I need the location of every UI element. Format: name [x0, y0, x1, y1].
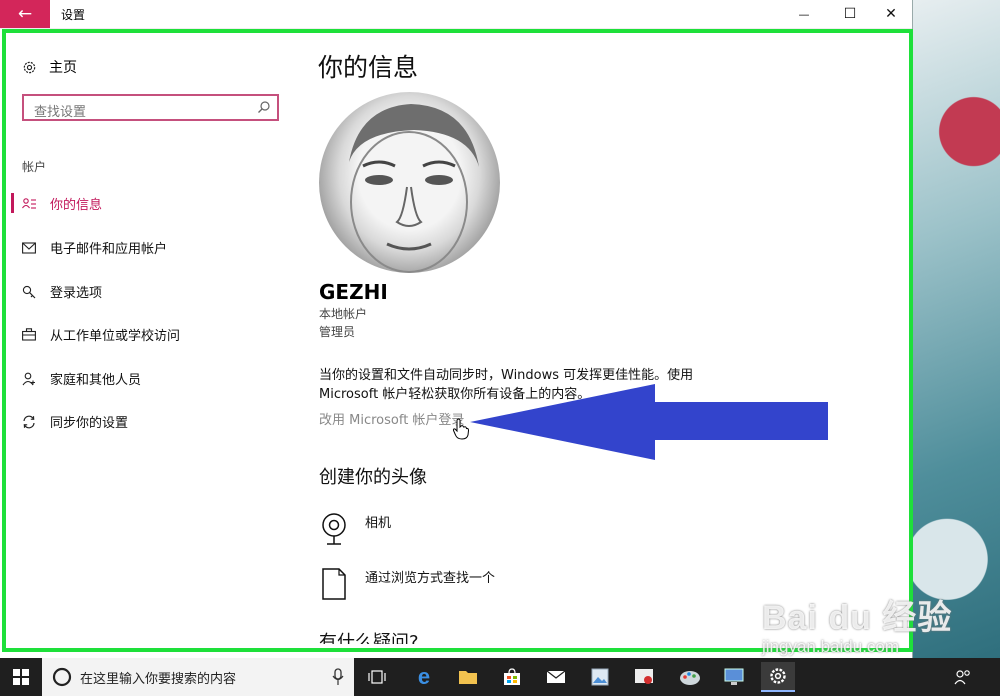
accounts-section-label: 帐户 — [22, 160, 47, 174]
taskbar-search-box[interactable]: 在这里输入你要搜索的内容 — [42, 658, 354, 696]
window-title: 设置 — [61, 8, 86, 22]
person-list-icon — [22, 197, 36, 209]
annotation-arrow — [470, 384, 828, 460]
title-bar: ← 设置 — ☐ ✕ — [0, 0, 912, 29]
faq-heading: 有什么疑问? — [319, 632, 419, 644]
sidebar-item-label: 家庭和其他人员 — [50, 373, 142, 388]
settings-app-button[interactable] — [761, 662, 795, 692]
settings-window: ← 设置 — ☐ ✕ 主页 查找设置 帐户 你的信息 电子邮件和应用帐户 登录选… — [0, 0, 912, 658]
search-input[interactable]: 查找设置 — [22, 94, 279, 121]
microphone-icon — [332, 668, 344, 685]
sidebar-item-your-info[interactable]: 你的信息 — [22, 194, 102, 213]
add-person-icon — [22, 372, 35, 385]
sidebar-item-label: 登录选项 — [50, 286, 103, 301]
task-view-button[interactable] — [360, 662, 394, 692]
gear-icon — [770, 668, 786, 684]
paint-palette-icon — [680, 671, 700, 685]
mail-icon — [546, 670, 566, 683]
sidebar-item-work-school[interactable]: 从工作单位或学校访问 — [22, 325, 180, 344]
edge-icon: e — [417, 664, 431, 689]
avatar-sketch — [349, 104, 479, 273]
sidebar-item-label: 电子邮件和应用帐户 — [50, 242, 168, 257]
watermark-url: jingyan.baidu.com — [762, 637, 900, 656]
search-placeholder: 查找设置 — [34, 105, 87, 120]
minimize-icon: — — [798, 7, 810, 21]
mail-app-button[interactable] — [539, 662, 573, 692]
close-icon: ✕ — [885, 6, 897, 22]
sidebar-item-sync[interactable]: 同步你的设置 — [22, 412, 128, 431]
active-indicator — [11, 193, 14, 213]
camera-label: 相机 — [365, 516, 392, 531]
file-icon — [322, 568, 346, 600]
remote-desktop-button[interactable] — [717, 662, 751, 692]
store-button[interactable] — [495, 662, 529, 692]
sidebar-item-email-accounts[interactable]: 电子邮件和应用帐户 — [22, 238, 167, 257]
edge-button[interactable]: e — [407, 662, 441, 692]
user-name: GEZHI — [319, 280, 388, 304]
store-icon — [504, 668, 520, 685]
search-icon — [258, 101, 270, 113]
home-label: 主页 — [49, 60, 77, 76]
camera-option[interactable]: 相机 — [319, 512, 391, 546]
browse-option[interactable]: 通过浏览方式查找一个 — [319, 567, 495, 601]
people-button[interactable] — [946, 662, 980, 692]
folder-icon — [459, 671, 477, 684]
photos-app-button[interactable] — [583, 662, 617, 692]
file-explorer-button[interactable] — [451, 662, 485, 692]
hand-cursor-icon — [452, 418, 470, 440]
task-view-icon — [368, 670, 386, 684]
account-role: 管理员 — [319, 325, 356, 339]
paint-app-button[interactable] — [673, 662, 707, 692]
browse-label: 通过浏览方式查找一个 — [365, 571, 496, 586]
camera-icon — [322, 513, 346, 545]
page-title: 你的信息 — [318, 53, 419, 82]
watermark: Bai du 经验 jingyan.baidu.com — [762, 590, 952, 657]
switch-to-microsoft-account-link[interactable]: 改用 Microsoft 帐户登录 — [319, 409, 464, 428]
desktop-wallpaper — [912, 0, 1000, 658]
media-icon — [635, 669, 653, 684]
briefcase-icon — [22, 328, 36, 341]
windows-logo-icon — [13, 669, 29, 685]
back-arrow-icon: ← — [17, 4, 33, 24]
avatar — [319, 92, 500, 273]
sidebar-item-label: 你的信息 — [50, 198, 103, 213]
taskbar: 在这里输入你要搜索的内容 e — [0, 658, 1000, 696]
watermark-title: Bai du 经验 — [762, 599, 953, 637]
cortana-icon — [52, 667, 72, 687]
info-line: 当你的设置和文件自动同步时，Windows 可发挥更佳性能。使用 — [319, 368, 694, 383]
sidebar-item-family[interactable]: 家庭和其他人员 — [22, 369, 141, 388]
create-avatar-heading: 创建你的头像 — [319, 467, 427, 488]
monitor-icon — [724, 668, 744, 685]
gear-icon — [23, 61, 36, 73]
people-icon — [954, 670, 970, 685]
photo-icon — [591, 668, 609, 686]
mail-icon — [22, 241, 36, 254]
key-icon — [22, 285, 36, 298]
sidebar-item-sign-in-options[interactable]: 登录选项 — [22, 282, 102, 301]
media-app-button[interactable] — [627, 662, 661, 692]
sync-icon — [23, 415, 35, 428]
minimize-button[interactable]: — — [783, 0, 825, 28]
sidebar-item-label: 从工作单位或学校访问 — [50, 329, 181, 344]
sidebar-item-label: 同步你的设置 — [50, 416, 129, 431]
taskbar-search-text: 在这里输入你要搜索的内容 — [80, 671, 237, 687]
home-link[interactable]: 主页 — [22, 57, 77, 77]
maximize-icon: ☐ — [843, 6, 857, 22]
maximize-button[interactable]: ☐ — [829, 0, 871, 28]
back-button[interactable]: ← — [0, 0, 50, 28]
close-button[interactable]: ✕ — [870, 0, 912, 28]
start-button[interactable] — [0, 658, 42, 696]
account-type: 本地帐户 — [319, 307, 368, 321]
